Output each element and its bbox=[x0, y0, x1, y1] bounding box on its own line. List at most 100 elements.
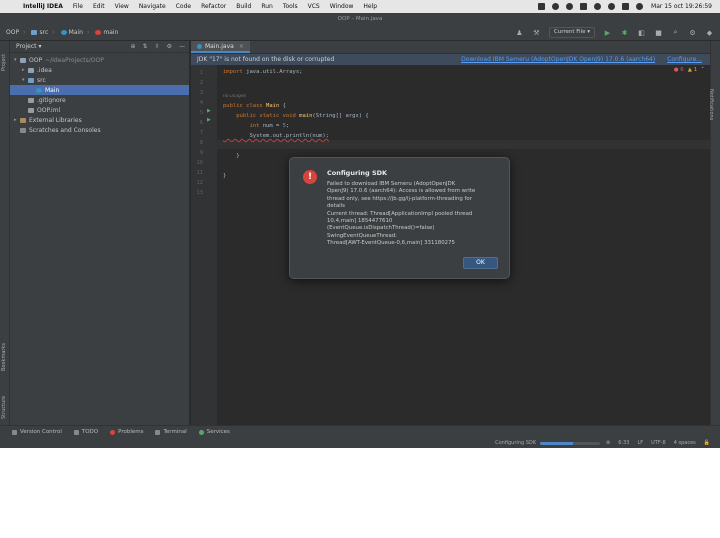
battery-icon[interactable] bbox=[580, 3, 588, 10]
run-config-select[interactable]: Current File ▾ bbox=[548, 27, 595, 38]
line-separator[interactable]: LF bbox=[637, 440, 643, 446]
stripe-project[interactable]: Project bbox=[1, 54, 7, 71]
configure-jdk-link[interactable]: Configure... bbox=[667, 56, 702, 63]
current-line-highlight bbox=[217, 140, 710, 149]
ok-button[interactable]: OK bbox=[463, 257, 498, 269]
nav-up-icon[interactable]: ˄ bbox=[701, 67, 704, 73]
tool-problems[interactable]: Problems bbox=[110, 429, 143, 435]
menu-edit[interactable]: Edit bbox=[93, 3, 105, 10]
tool-terminal[interactable]: Terminal bbox=[155, 429, 187, 435]
menu-file[interactable]: File bbox=[73, 3, 83, 10]
wifi-icon[interactable] bbox=[594, 3, 602, 10]
user-icon[interactable] bbox=[566, 3, 574, 10]
tree-item[interactable]: ▸ .idea bbox=[10, 65, 189, 75]
settings-icon[interactable]: ⚙ bbox=[688, 28, 697, 37]
method-icon bbox=[95, 30, 102, 35]
tree-item[interactable]: Scratches and Consoles bbox=[10, 125, 189, 135]
tree-item[interactable]: OOP.iml bbox=[10, 105, 189, 115]
download-jdk-link[interactable]: Download IBM Semeru (AdoptOpenJDK OpenJ9… bbox=[461, 56, 655, 63]
hide-panel-icon[interactable]: — bbox=[179, 43, 185, 50]
menu-vcs[interactable]: VCS bbox=[308, 3, 320, 10]
dialog-message-line: 10,4,main] 1854477610 bbox=[327, 218, 393, 225]
breadcrumb-project[interactable]: OOP › bbox=[6, 29, 25, 36]
usages-hint[interactable]: no usages bbox=[223, 94, 246, 99]
menu-tools[interactable]: Tools bbox=[283, 3, 298, 10]
tree-item[interactable]: Main bbox=[10, 85, 189, 95]
breadcrumb-src[interactable]: src › bbox=[31, 29, 55, 36]
banner-text: JDK "17" is not found on the disk or cor… bbox=[197, 56, 335, 63]
stripe-bookmarks[interactable]: Bookmarks bbox=[1, 343, 7, 371]
search-icon[interactable] bbox=[608, 3, 616, 10]
tool-services[interactable]: Services bbox=[198, 429, 230, 435]
banner-links: Download IBM Semeru (AdoptOpenJDK OpenJ9… bbox=[449, 56, 702, 63]
tree-item[interactable]: .gitignore bbox=[10, 95, 189, 105]
menubar-clock[interactable]: Mar 15 oct 19:26:59 bbox=[651, 3, 712, 10]
file-encoding[interactable]: UTF-8 bbox=[651, 440, 666, 446]
tab-main-java[interactable]: Main.java × bbox=[191, 41, 250, 53]
error-count: 6 bbox=[680, 67, 684, 73]
tree-item[interactable]: ▾ src bbox=[10, 75, 189, 85]
tree-item[interactable]: ▸ External Libraries bbox=[10, 115, 189, 125]
menu-run[interactable]: Run bbox=[261, 3, 273, 10]
hammer-icon[interactable]: ⚒ bbox=[532, 28, 541, 37]
breadcrumb-class[interactable]: Main › bbox=[60, 29, 89, 36]
folder-icon bbox=[31, 30, 38, 35]
record-icon[interactable] bbox=[538, 3, 546, 10]
tool-window-bar: Version Control TODO Problems Terminal S… bbox=[0, 425, 720, 438]
line-number: 12 bbox=[196, 180, 203, 186]
code-text: java.util.Arrays; bbox=[242, 69, 303, 75]
stripe-structure[interactable]: Structure bbox=[1, 396, 7, 419]
tool-version-control[interactable]: Version Control bbox=[12, 429, 62, 435]
siri-icon[interactable] bbox=[636, 3, 644, 10]
expand-all-icon[interactable]: ⇳ bbox=[155, 43, 160, 50]
line-number: 7 bbox=[199, 130, 203, 136]
close-tab-icon[interactable]: × bbox=[239, 43, 244, 50]
line-number: 4 bbox=[199, 100, 203, 106]
coverage-icon[interactable]: ◧ bbox=[637, 28, 646, 37]
project-tree: ▾ OOP ~/IdeaProjects/OOP ▸ .idea ▾ src Main .git… bbox=[10, 53, 189, 135]
breadcrumb-method[interactable]: main bbox=[95, 29, 118, 36]
menu-window[interactable]: Window bbox=[330, 3, 354, 10]
line-number: 13 bbox=[196, 190, 203, 196]
project-view-select[interactable]: Project ▾ bbox=[16, 43, 41, 50]
debug-icon[interactable]: ✱ bbox=[620, 28, 629, 37]
menu-code[interactable]: Code bbox=[176, 3, 191, 10]
toolbar-right: ♟ ⚒ Current File ▾ ▶ ✱ ◧ ■ ⌕ ⚙ ◆ bbox=[507, 27, 714, 38]
window-title: OOP – Main.java bbox=[0, 13, 720, 25]
run-gutter-icon[interactable]: ▶ bbox=[207, 108, 211, 114]
tool-label: Services bbox=[206, 429, 230, 435]
code-text: ; bbox=[285, 123, 290, 129]
user-account-icon[interactable]: ♟ bbox=[515, 28, 524, 37]
menu-help[interactable]: Help bbox=[363, 3, 377, 10]
menu-refactor[interactable]: Refactor bbox=[201, 3, 226, 10]
inspection-widget[interactable]: ● 6 ▲ 1 ˄ bbox=[674, 67, 704, 73]
menu-build[interactable]: Build bbox=[236, 3, 251, 10]
menu-navigate[interactable]: Navigate bbox=[139, 3, 166, 10]
tree-item[interactable]: ▾ OOP ~/IdeaProjects/OOP bbox=[10, 55, 189, 65]
cancel-task-icon[interactable]: ⊗ bbox=[606, 440, 610, 446]
collapse-all-icon[interactable]: ⇅ bbox=[143, 43, 148, 50]
menu-view[interactable]: View bbox=[115, 3, 129, 10]
options-gear-icon[interactable]: ⚙ bbox=[167, 43, 172, 50]
version-control-icon bbox=[12, 429, 17, 435]
search-everywhere-icon[interactable]: ⌕ bbox=[671, 28, 680, 37]
tool-todo[interactable]: TODO bbox=[73, 429, 98, 435]
control-center-icon[interactable] bbox=[622, 3, 630, 10]
file-icon bbox=[28, 97, 34, 103]
line-number: 10 bbox=[196, 160, 203, 166]
run-gutter-icon[interactable]: ▶ bbox=[207, 117, 211, 123]
code-line-8: } bbox=[223, 153, 240, 159]
background-task-label[interactable]: Configuring SDK bbox=[495, 440, 536, 446]
line-number: 2 bbox=[199, 80, 203, 86]
apple-icon[interactable] bbox=[8, 2, 17, 11]
focus-moon-icon[interactable] bbox=[552, 3, 560, 10]
run-icon[interactable]: ▶ bbox=[603, 28, 612, 37]
locate-icon[interactable]: ⊕ bbox=[131, 43, 136, 50]
indent-setting[interactable]: 4 spaces bbox=[674, 440, 696, 446]
menu-app-name[interactable]: IntelliJ IDEA bbox=[23, 3, 63, 10]
lock-icon[interactable]: 🔓 bbox=[704, 440, 710, 446]
stop-icon[interactable]: ■ bbox=[654, 28, 663, 37]
keyword: public static void bbox=[223, 113, 296, 119]
caret-position[interactable]: 6:33 bbox=[618, 440, 629, 446]
jetbrains-logo-icon[interactable]: ◆ bbox=[705, 28, 714, 37]
